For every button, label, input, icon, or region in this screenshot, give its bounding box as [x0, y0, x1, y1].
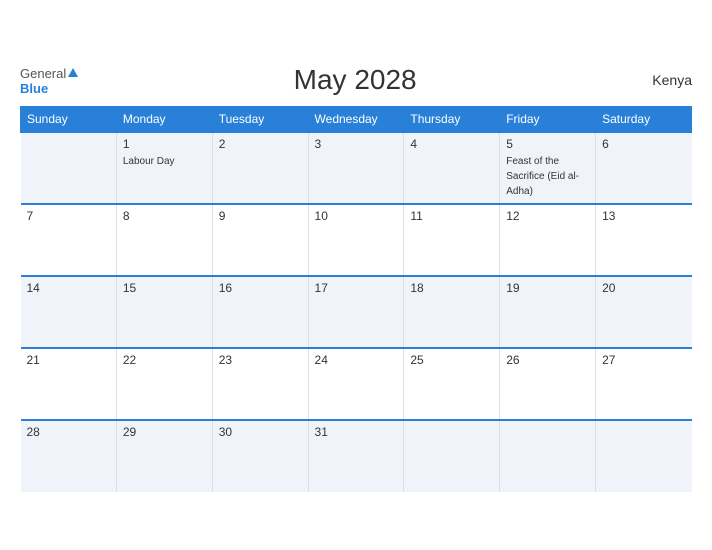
calendar-header: General Blue May 2028 Kenya	[20, 64, 692, 96]
calendar-header-row: SundayMondayTuesdayWednesdayThursdayFrid…	[21, 107, 692, 133]
day-number: 10	[315, 209, 398, 223]
calendar-day-cell: 25	[404, 348, 500, 420]
calendar-week-row: 14 15 16 17 18 19 20	[21, 276, 692, 348]
calendar-day-cell: 13	[596, 204, 692, 276]
calendar-day-cell: 4	[404, 132, 500, 204]
calendar-day-cell: 11	[404, 204, 500, 276]
day-number: 7	[27, 209, 110, 223]
calendar-day-cell: 20	[596, 276, 692, 348]
weekday-header: Wednesday	[308, 107, 404, 133]
logo: General Blue	[20, 66, 78, 95]
logo-general-text: General	[20, 66, 66, 81]
calendar-day-cell: 9	[212, 204, 308, 276]
day-number: 29	[123, 425, 206, 439]
day-number: 27	[602, 353, 685, 367]
calendar-day-cell: 27	[596, 348, 692, 420]
calendar-week-row: 1 Labour Day 2345 Feast of the Sacrifice (E…	[21, 132, 692, 204]
day-number: 13	[602, 209, 685, 223]
calendar-day-cell: 28	[21, 420, 117, 492]
calendar-day-cell: 15	[116, 276, 212, 348]
calendar-day-cell: 29	[116, 420, 212, 492]
calendar-day-cell	[500, 420, 596, 492]
day-number: 31	[315, 425, 398, 439]
day-number: 23	[219, 353, 302, 367]
calendar-day-cell: 12	[500, 204, 596, 276]
weekday-headers: SundayMondayTuesdayWednesdayThursdayFrid…	[21, 107, 692, 133]
day-number: 17	[315, 281, 398, 295]
calendar-week-row: 28 29 30 31	[21, 420, 692, 492]
day-number: 26	[506, 353, 589, 367]
logo-general: General	[20, 66, 78, 82]
calendar-day-cell: 17	[308, 276, 404, 348]
day-number: 12	[506, 209, 589, 223]
calendar-day-cell: 30	[212, 420, 308, 492]
calendar-day-cell: 23	[212, 348, 308, 420]
calendar-day-cell: 5 Feast of the Sacrifice (Eid al-Adha)	[500, 132, 596, 204]
holiday-name: Feast of the Sacrifice (Eid al-Adha)	[506, 156, 579, 197]
calendar-day-cell: 18	[404, 276, 500, 348]
day-number: 2	[219, 137, 302, 151]
weekday-header: Saturday	[596, 107, 692, 133]
day-number: 9	[219, 209, 302, 223]
calendar-table: SundayMondayTuesdayWednesdayThursdayFrid…	[20, 106, 692, 492]
weekday-header: Monday	[116, 107, 212, 133]
day-number: 6	[602, 137, 685, 151]
weekday-header: Sunday	[21, 107, 117, 133]
calendar-day-cell: 21	[21, 348, 117, 420]
day-number: 19	[506, 281, 589, 295]
calendar-day-cell: 26	[500, 348, 596, 420]
day-number: 20	[602, 281, 685, 295]
logo-triangle-icon	[68, 68, 78, 77]
day-number: 30	[219, 425, 302, 439]
day-number: 15	[123, 281, 206, 295]
day-number: 21	[27, 353, 110, 367]
day-number: 18	[410, 281, 493, 295]
calendar-day-cell: 24	[308, 348, 404, 420]
day-number: 16	[219, 281, 302, 295]
logo-blue-text: Blue	[20, 82, 48, 95]
day-number: 28	[27, 425, 110, 439]
calendar-day-cell: 1 Labour Day	[116, 132, 212, 204]
day-number: 25	[410, 353, 493, 367]
day-number: 14	[27, 281, 110, 295]
calendar-day-cell: 8	[116, 204, 212, 276]
calendar-day-cell: 2	[212, 132, 308, 204]
calendar-day-cell: 3	[308, 132, 404, 204]
day-number: 1	[123, 137, 206, 151]
day-number: 24	[315, 353, 398, 367]
calendar-day-cell: 10	[308, 204, 404, 276]
calendar-day-cell	[404, 420, 500, 492]
day-number: 5	[506, 137, 589, 151]
weekday-header: Thursday	[404, 107, 500, 133]
calendar-container: General Blue May 2028 Kenya SundayMonday…	[10, 48, 702, 502]
calendar-day-cell: 19	[500, 276, 596, 348]
calendar-day-cell: 31	[308, 420, 404, 492]
day-number: 8	[123, 209, 206, 223]
calendar-day-cell: 22	[116, 348, 212, 420]
calendar-day-cell	[21, 132, 117, 204]
holiday-name: Labour Day	[123, 156, 175, 167]
day-number: 3	[315, 137, 398, 151]
calendar-day-cell: 6	[596, 132, 692, 204]
weekday-header: Friday	[500, 107, 596, 133]
calendar-day-cell	[596, 420, 692, 492]
weekday-header: Tuesday	[212, 107, 308, 133]
calendar-week-row: 789 10 11 12 13	[21, 204, 692, 276]
calendar-body: 1Labour Day2345Feast of the Sacrifice (E…	[21, 132, 692, 492]
day-number: 11	[410, 209, 493, 223]
country-label: Kenya	[632, 72, 692, 88]
day-number: 22	[123, 353, 206, 367]
calendar-day-cell: 14	[21, 276, 117, 348]
calendar-day-cell: 7	[21, 204, 117, 276]
page-title: May 2028	[78, 64, 632, 96]
calendar-week-row: 21 22 23 24 25 26 27	[21, 348, 692, 420]
day-number: 4	[410, 137, 493, 151]
calendar-day-cell: 16	[212, 276, 308, 348]
